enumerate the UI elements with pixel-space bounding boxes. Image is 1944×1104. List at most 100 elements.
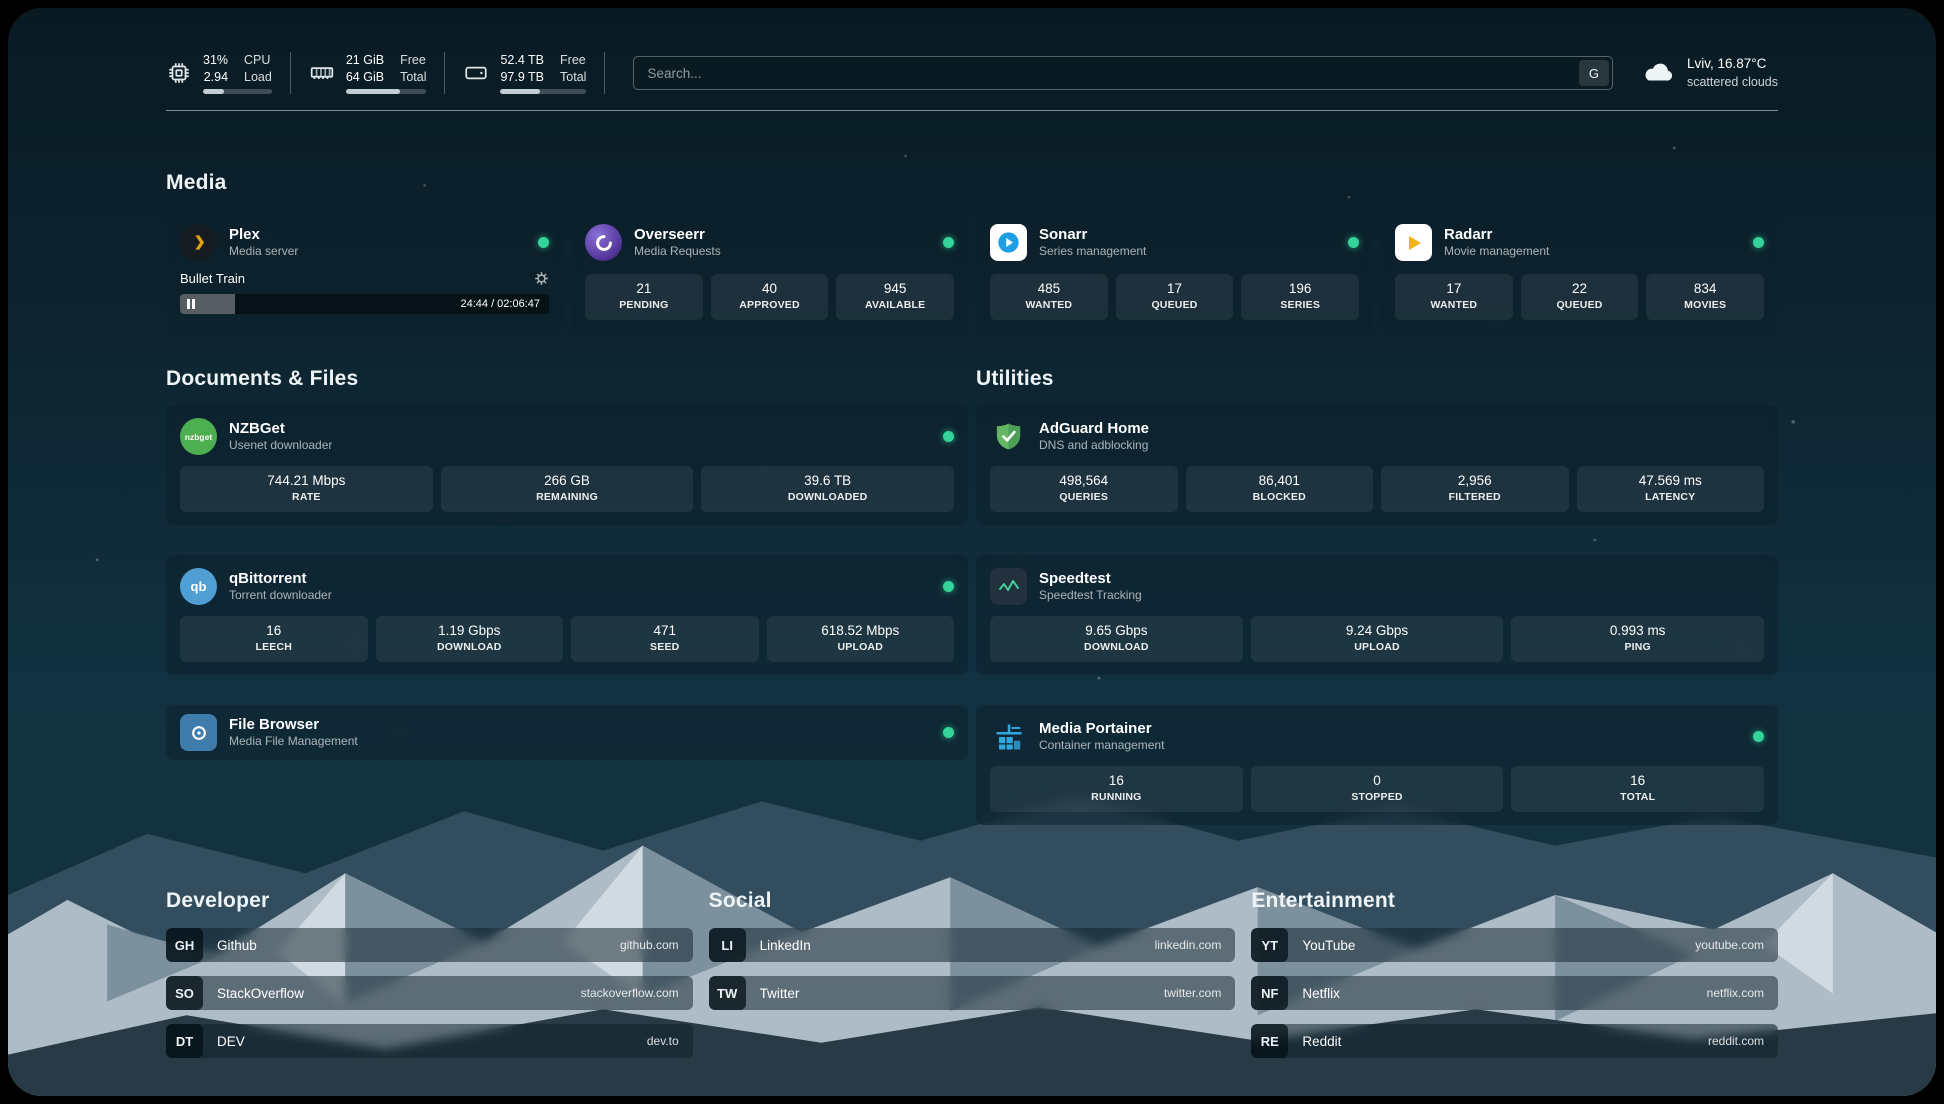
link-github[interactable]: GH Github github.com bbox=[166, 928, 693, 962]
stat-queries: 498,564 QUERIES bbox=[990, 466, 1178, 512]
radarr-icon bbox=[1395, 224, 1432, 261]
weather-widget: Lviv, 16.87°C scattered clouds bbox=[1641, 55, 1778, 91]
app-subtitle: Media File Management bbox=[229, 734, 358, 750]
link-youtube[interactable]: YT YouTube youtube.com bbox=[1251, 928, 1778, 962]
app-card-radarr[interactable]: Radarr Movie management 17 WANTED 22 QUE… bbox=[1381, 209, 1778, 339]
playback-progress-bar[interactable]: 24:44 / 02:06:47 bbox=[180, 294, 549, 314]
app-subtitle: Media server bbox=[229, 244, 298, 260]
cpu-usage-bar bbox=[203, 89, 272, 94]
status-dot bbox=[1348, 237, 1359, 248]
stat-approved: 40 APPROVED bbox=[711, 274, 829, 320]
app-card-portainer[interactable]: Media Portainer Container management 16 … bbox=[976, 705, 1778, 825]
plex-icon bbox=[180, 224, 217, 261]
app-card-overseerr[interactable]: Overseerr Media Requests 21 PENDING 40 A… bbox=[571, 209, 968, 339]
stat-wanted: 485 WANTED bbox=[990, 274, 1108, 320]
status-dot bbox=[943, 431, 954, 442]
stat-download: 1.19 Gbps DOWNLOAD bbox=[376, 616, 564, 662]
section-title-entertainment: Entertainment bbox=[1251, 889, 1778, 913]
app-subtitle: Torrent downloader bbox=[229, 588, 332, 604]
app-card-plex[interactable]: Plex Media server Bullet Train bbox=[166, 209, 563, 339]
link-reddit[interactable]: RE Reddit reddit.com bbox=[1251, 1024, 1778, 1058]
disk-widget: 52.4 TB 97.9 TB Free Total bbox=[463, 52, 605, 95]
app-subtitle: Speedtest Tracking bbox=[1039, 588, 1142, 604]
stat-wanted: 17 WANTED bbox=[1395, 274, 1513, 320]
section-entertainment: Entertainment YT YouTube youtube.com NF … bbox=[1251, 889, 1778, 1058]
memory-icon bbox=[309, 60, 335, 86]
app-card-adguard[interactable]: AdGuard Home DNS and adblocking 498,564 … bbox=[976, 405, 1778, 525]
cloud-icon bbox=[1641, 60, 1675, 85]
section-title-documents: Documents & Files bbox=[166, 367, 968, 391]
settings-gear-icon[interactable] bbox=[534, 271, 549, 286]
sonarr-icon bbox=[990, 224, 1027, 261]
overseerr-icon bbox=[585, 224, 622, 261]
app-name: Sonarr bbox=[1039, 225, 1146, 245]
app-subtitle: Series management bbox=[1039, 244, 1146, 260]
link-dev-to[interactable]: DT DEV dev.to bbox=[166, 1024, 693, 1058]
app-name: qBittorrent bbox=[229, 569, 332, 589]
section-title-social: Social bbox=[709, 889, 1236, 913]
section-documents-files: Documents & Files nzbget NZBGet Usenet d… bbox=[166, 367, 968, 825]
linkedin-tag-icon: LI bbox=[709, 928, 746, 962]
now-playing-title: Bullet Train bbox=[180, 271, 245, 286]
stat-blocked: 86,401 BLOCKED bbox=[1186, 466, 1374, 512]
cpu-widget: 31% 2.94 CPU Load bbox=[166, 52, 291, 95]
app-name: Overseerr bbox=[634, 225, 721, 245]
cpu-load-value: 2.94 bbox=[204, 69, 228, 86]
app-card-nzbget[interactable]: nzbget NZBGet Usenet downloader 744.21 M… bbox=[166, 405, 968, 525]
weather-condition: scattered clouds bbox=[1687, 74, 1778, 92]
stat-downloaded: 39.6 TB DOWNLOADED bbox=[701, 466, 954, 512]
app-name: File Browser bbox=[229, 715, 358, 735]
nzbget-icon: nzbget bbox=[180, 418, 217, 455]
link-twitter[interactable]: TW Twitter twitter.com bbox=[709, 976, 1236, 1010]
memory-usage-bar bbox=[346, 89, 427, 94]
app-subtitle: Usenet downloader bbox=[229, 438, 332, 454]
memory-total-label: Total bbox=[400, 69, 426, 86]
app-subtitle: Container management bbox=[1039, 738, 1164, 754]
app-name: Speedtest bbox=[1039, 569, 1142, 589]
section-developer: Developer GH Github github.com SO StackO… bbox=[166, 889, 693, 1058]
stat-running: 16 RUNNING bbox=[990, 766, 1243, 812]
app-card-speedtest[interactable]: Speedtest Speedtest Tracking 9.65 Gbps D… bbox=[976, 555, 1778, 675]
portainer-icon bbox=[990, 718, 1027, 755]
disk-free-label: Free bbox=[560, 52, 586, 69]
app-name: Plex bbox=[229, 225, 298, 245]
app-name: AdGuard Home bbox=[1039, 419, 1149, 439]
stat-queued: 22 QUEUED bbox=[1521, 274, 1639, 320]
stat-stopped: 0 STOPPED bbox=[1251, 766, 1504, 812]
netflix-tag-icon: NF bbox=[1251, 976, 1288, 1010]
speedtest-icon bbox=[990, 568, 1027, 605]
app-card-filebrowser[interactable]: File Browser Media File Management bbox=[166, 705, 968, 760]
link-netflix[interactable]: NF Netflix netflix.com bbox=[1251, 976, 1778, 1010]
stackoverflow-tag-icon: SO bbox=[166, 976, 203, 1010]
search-input[interactable] bbox=[637, 66, 1579, 81]
header-divider bbox=[166, 110, 1778, 111]
playback-time: 24:44 / 02:06:47 bbox=[460, 298, 540, 310]
stat-download: 9.65 Gbps DOWNLOAD bbox=[990, 616, 1243, 662]
youtube-tag-icon: YT bbox=[1251, 928, 1288, 962]
stat-queued: 17 QUEUED bbox=[1116, 274, 1234, 320]
adguard-shield-icon bbox=[990, 418, 1027, 455]
section-title-utilities: Utilities bbox=[976, 367, 1778, 391]
stat-series: 196 SERIES bbox=[1241, 274, 1359, 320]
search-bar[interactable]: G bbox=[633, 56, 1613, 90]
section-social: Social LI LinkedIn linkedin.com TW Twitt… bbox=[709, 889, 1236, 1010]
disk-icon bbox=[463, 60, 489, 86]
pause-icon[interactable] bbox=[187, 299, 195, 309]
app-card-qbittorrent[interactable]: qb qBittorrent Torrent downloader 16 bbox=[166, 555, 968, 675]
link-stackoverflow[interactable]: SO StackOverflow stackoverflow.com bbox=[166, 976, 693, 1010]
cpu-load-label: Load bbox=[244, 69, 272, 86]
stat-filtered: 2,956 FILTERED bbox=[1381, 466, 1569, 512]
search-engine-button[interactable]: G bbox=[1579, 60, 1609, 86]
disk-usage-bar bbox=[500, 89, 586, 94]
app-subtitle: DNS and adblocking bbox=[1039, 438, 1149, 454]
stat-movies: 834 MOVIES bbox=[1646, 274, 1764, 320]
memory-total-value: 64 GiB bbox=[346, 69, 384, 86]
memory-free-value: 21 GiB bbox=[346, 52, 384, 69]
link-linkedin[interactable]: LI LinkedIn linkedin.com bbox=[709, 928, 1236, 962]
app-card-sonarr[interactable]: Sonarr Series management 485 WANTED 17 Q… bbox=[976, 209, 1373, 339]
section-utilities: Utilities bbox=[976, 367, 1778, 825]
status-dot bbox=[943, 581, 954, 592]
app-subtitle: Media Requests bbox=[634, 244, 721, 260]
weather-location: Lviv, 16.87°C bbox=[1687, 55, 1778, 74]
stat-upload: 618.52 Mbps UPLOAD bbox=[767, 616, 955, 662]
